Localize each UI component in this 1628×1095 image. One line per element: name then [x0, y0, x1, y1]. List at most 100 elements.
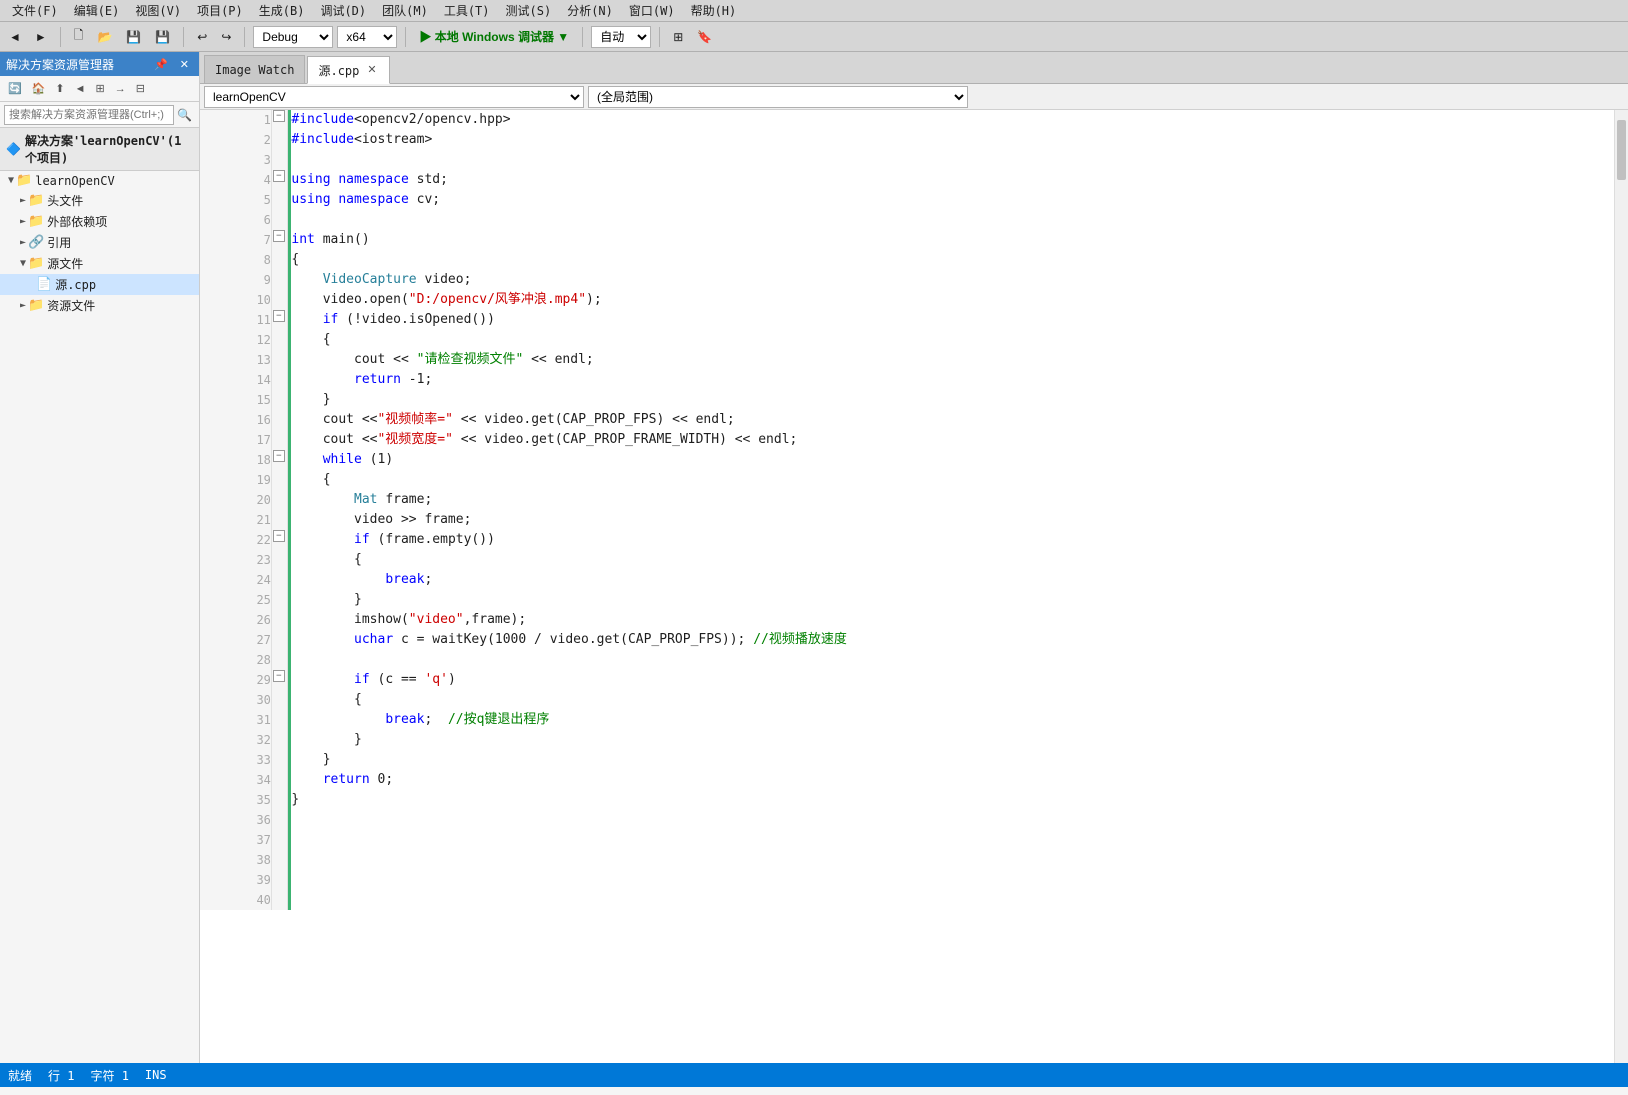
- table-row: 20 Mat frame;: [200, 490, 1614, 510]
- tree-arrow-refs[interactable]: ►: [20, 237, 26, 248]
- menu-window[interactable]: 窗口(W): [621, 0, 683, 21]
- line-number: 2: [200, 130, 271, 150]
- collapse-icon[interactable]: −: [273, 230, 285, 242]
- menu-team[interactable]: 团队(M): [374, 0, 436, 21]
- scrollbar-thumb[interactable]: [1617, 120, 1626, 180]
- tree-arrow-sources[interactable]: ▼: [20, 258, 26, 269]
- collapse-icon[interactable]: −: [273, 310, 285, 322]
- menu-tools[interactable]: 工具(T): [436, 0, 498, 21]
- platform-select[interactable]: x64: [337, 26, 397, 48]
- gutter-cell: [271, 830, 287, 850]
- tab-source-cpp-label: 源.cpp: [318, 62, 359, 79]
- menu-help[interactable]: 帮助(H): [683, 0, 745, 21]
- menu-build[interactable]: 生成(B): [251, 0, 313, 21]
- collapse-icon[interactable]: −: [273, 530, 285, 542]
- toolbar-open-btn[interactable]: 📂: [92, 27, 117, 47]
- menu-project[interactable]: 项目(P): [189, 0, 251, 21]
- toolbar-sep4: [405, 27, 406, 47]
- scope-select[interactable]: learnOpenCV: [204, 86, 584, 108]
- toolbar-redo-btn[interactable]: ↪: [216, 27, 236, 47]
- tree-arrow-learnopencv[interactable]: ▼: [8, 175, 14, 186]
- panel-refresh-btn[interactable]: 🔄: [4, 80, 26, 97]
- search-input[interactable]: [4, 105, 174, 125]
- table-row: 13 cout << "请检查视频文件" << endl;: [200, 350, 1614, 370]
- menu-analyze[interactable]: 分析(N): [559, 0, 621, 21]
- scrollbar-vertical[interactable]: [1614, 110, 1628, 1063]
- menu-debug[interactable]: 调试(D): [312, 0, 374, 21]
- table-row: 10 video.open("D:/opencv/风筝冲浪.mp4");: [200, 290, 1614, 310]
- line-number: 6: [200, 210, 271, 230]
- tree-icon-resources: 📁: [28, 298, 44, 313]
- debug-config-select[interactable]: Debug: [253, 26, 333, 48]
- status-ins: INS: [145, 1068, 167, 1082]
- tree-item-source-cpp[interactable]: 📄 源.cpp: [0, 274, 199, 295]
- tab-source-cpp-close[interactable]: ✕: [365, 65, 378, 76]
- tree-view: 🔷 解决方案'learnOpenCV'(1 个项目) ▼ 📁 learnOpen…: [0, 128, 199, 1063]
- auto-select[interactable]: 自动: [591, 26, 651, 48]
- collapse-icon[interactable]: −: [273, 450, 285, 462]
- gutter-cell: [271, 430, 287, 450]
- location-select[interactable]: (全局范围): [588, 86, 968, 108]
- collapse-icon[interactable]: −: [273, 670, 285, 682]
- tree-arrow-external[interactable]: ►: [20, 216, 26, 227]
- toolbar-bookmark-btn[interactable]: 🔖: [692, 27, 717, 47]
- tree-item-refs[interactable]: ► 🔗 引用: [0, 232, 199, 253]
- line-number: 18: [200, 450, 271, 470]
- line-number: 11: [200, 310, 271, 330]
- panel-back-btn[interactable]: ◄: [71, 81, 90, 97]
- code-cell: cout << "请检查视频文件" << endl;: [291, 350, 1613, 370]
- collapse-icon[interactable]: −: [273, 170, 285, 182]
- code-cell: }: [291, 590, 1613, 610]
- panel-pin-btn[interactable]: 📌: [150, 56, 172, 73]
- code-cell: {: [291, 550, 1613, 570]
- toolbar-sep1: [60, 27, 61, 47]
- toolbar-saveall-btn[interactable]: 💾: [150, 27, 175, 47]
- panel-filter-btn[interactable]: ⊞: [92, 80, 109, 97]
- line-number: 17: [200, 430, 271, 450]
- tree-item-resources[interactable]: ► 📁 资源文件: [0, 295, 199, 316]
- tree-item-sources[interactable]: ▼ 📁 源文件: [0, 253, 199, 274]
- code-main[interactable]: 1−#include<opencv2/opencv.hpp>2#include<…: [200, 110, 1614, 1063]
- menu-file[interactable]: 文件(F): [4, 0, 66, 21]
- tree-arrow-headers[interactable]: ►: [20, 195, 26, 206]
- tree-arrow-resources[interactable]: ►: [20, 300, 26, 311]
- toolbar-undo-btn[interactable]: ↩: [192, 27, 212, 47]
- code-cell: break;: [291, 570, 1613, 590]
- panel-collapse-btn[interactable]: ⊟: [132, 80, 149, 97]
- line-number: 35: [200, 790, 271, 810]
- toolbar-save-btn[interactable]: 💾: [121, 27, 146, 47]
- tree-icon-external: 📁: [28, 214, 44, 229]
- menu-edit[interactable]: 编辑(E): [66, 0, 128, 21]
- run-btn[interactable]: ▶ 本地 Windows 调试器 ▼: [414, 25, 574, 48]
- table-row: 30 {: [200, 690, 1614, 710]
- tree-label-sources: 源文件: [47, 255, 83, 272]
- line-number: 16: [200, 410, 271, 430]
- line-number: 28: [200, 650, 271, 670]
- tab-source-cpp[interactable]: 源.cpp ✕: [307, 56, 389, 84]
- gutter-cell: −: [271, 110, 287, 130]
- panel-up-btn[interactable]: ⬆: [51, 80, 68, 97]
- toolbar-new-btn[interactable]: 🗋: [69, 23, 89, 50]
- tab-image-watch[interactable]: Image Watch: [204, 55, 305, 83]
- tree-item-headers[interactable]: ► 📁 头文件: [0, 190, 199, 211]
- panel-home-btn[interactable]: 🏠: [28, 80, 50, 97]
- panel-close-btn[interactable]: ✕: [176, 56, 193, 73]
- toolbar-fwd-btn[interactable]: ►: [30, 27, 52, 47]
- table-row: 35}: [200, 790, 1614, 810]
- line-number: 4: [200, 170, 271, 190]
- code-cell: }: [291, 790, 1613, 810]
- toolbar-back-btn[interactable]: ◄: [4, 27, 26, 47]
- tree-item-external[interactable]: ► 📁 外部依赖项: [0, 211, 199, 232]
- collapse-icon[interactable]: −: [273, 110, 285, 122]
- menu-test[interactable]: 测试(S): [498, 0, 560, 21]
- panel-nav-btn[interactable]: →: [111, 81, 130, 97]
- tree-item-learnopencv[interactable]: ▼ 📁 learnOpenCV: [0, 171, 199, 190]
- tree-label-headers: 头文件: [47, 192, 83, 209]
- search-btn[interactable]: 🔍: [174, 108, 195, 122]
- line-number: 31: [200, 710, 271, 730]
- gutter-cell: [271, 650, 287, 670]
- menu-view[interactable]: 视图(V): [127, 0, 189, 21]
- toolbar-extra-btn[interactable]: ⊞: [668, 27, 688, 47]
- table-row: 3: [200, 150, 1614, 170]
- gutter-cell: [271, 850, 287, 870]
